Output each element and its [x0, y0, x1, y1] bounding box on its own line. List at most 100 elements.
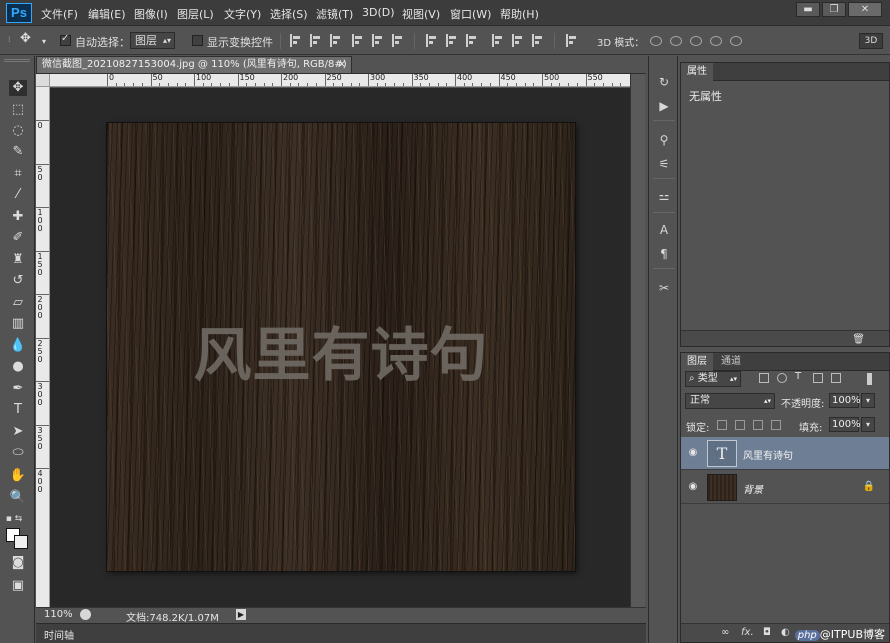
minimize-button[interactable]: ▬: [796, 2, 820, 17]
menu-edit[interactable]: 编辑(E): [88, 6, 126, 22]
auto-select-target-dropdown[interactable]: 图层 ▴▾: [130, 32, 175, 49]
filter-shape-icon[interactable]: [813, 373, 823, 383]
align-bottom-icon[interactable]: [330, 34, 342, 47]
3d-scale-icon[interactable]: [730, 36, 742, 46]
blend-mode-dropdown[interactable]: 正常 ▴▾: [685, 393, 775, 409]
timeline-panel[interactable]: 时间轴: [36, 623, 646, 643]
swap-colors-icon[interactable]: ▪ ⇆: [5, 511, 23, 527]
adjustment-icon[interactable]: ◐: [781, 627, 790, 638]
actions-icon[interactable]: ▶: [656, 98, 672, 114]
move-tool-icon[interactable]: ✥: [9, 80, 27, 96]
lock-pixels-icon[interactable]: [735, 420, 745, 430]
menu-window[interactable]: 窗口(W): [450, 6, 491, 22]
type-tool-icon[interactable]: T: [9, 402, 27, 418]
tool-presets-icon[interactable]: ✂: [656, 280, 672, 296]
menu-3d[interactable]: 3D(D): [362, 6, 395, 19]
menu-filter[interactable]: 滤镜(T): [316, 6, 353, 22]
healing-brush-tool-icon[interactable]: ✚: [9, 209, 27, 225]
menu-type[interactable]: 文字(Y): [224, 6, 261, 22]
move-tool-preset-icon[interactable]: ✥: [20, 31, 31, 46]
tab-layers[interactable]: 图层: [681, 353, 713, 371]
brush-presets-icon[interactable]: ⚲: [656, 132, 672, 148]
layer-filter-dropdown[interactable]: ⌕ 类型 ▴▾: [685, 371, 741, 387]
fx-icon[interactable]: fx.: [741, 627, 754, 638]
eraser-tool-icon[interactable]: ▱: [9, 295, 27, 311]
chevron-down-icon[interactable]: ▾: [42, 37, 46, 46]
filter-type-icon[interactable]: T: [795, 372, 805, 382]
3d-workspace-button[interactable]: 3D: [859, 33, 883, 49]
tab-properties[interactable]: 属性: [681, 63, 713, 81]
mask-icon[interactable]: ◘: [763, 627, 771, 638]
lasso-tool-icon[interactable]: ◌: [9, 123, 27, 139]
filter-pixel-icon[interactable]: [759, 373, 769, 383]
canvas-text-layer[interactable]: 风里有诗句: [107, 308, 575, 392]
history-icon[interactable]: ↻: [656, 74, 672, 90]
background-color-swatch[interactable]: [14, 535, 28, 549]
vertical-ruler[interactable]: 0 5 0 1 0 0 1 5 0 2 0 0 2 5 0 3 0 0 3 5 0 4 0 0: [36, 87, 50, 607]
show-transform-checkbox[interactable]: [192, 35, 203, 46]
close-button[interactable]: ✕: [848, 2, 882, 17]
path-select-tool-icon[interactable]: ➤: [9, 424, 27, 440]
menu-image[interactable]: 图像(I): [134, 6, 168, 22]
filter-smart-object-icon[interactable]: [831, 373, 841, 383]
layer-name[interactable]: 背景: [743, 481, 763, 496]
distribute-left-icon[interactable]: [492, 34, 504, 47]
panel-grip[interactable]: [4, 59, 30, 62]
distribute-bottom-icon[interactable]: [466, 34, 478, 47]
clone-source-icon[interactable]: ⚍: [656, 188, 672, 204]
menu-help[interactable]: 帮助(H): [500, 6, 539, 22]
eyedropper-tool-icon[interactable]: ⁄: [9, 187, 27, 203]
hand-tool-icon[interactable]: ✋: [9, 468, 27, 484]
brush-tool-icon[interactable]: ✐: [9, 230, 27, 246]
3d-rotate-icon[interactable]: [650, 36, 662, 46]
dodge-tool-icon[interactable]: ●: [9, 359, 27, 375]
menu-view[interactable]: 视图(V): [402, 6, 440, 22]
align-top-icon[interactable]: [290, 34, 302, 47]
clone-stamp-tool-icon[interactable]: ♜: [9, 252, 27, 268]
lock-transparent-icon[interactable]: [717, 420, 727, 430]
character-icon[interactable]: A: [656, 222, 672, 238]
align-hcenter-icon[interactable]: [372, 34, 384, 47]
distribute-vcenter-icon[interactable]: [446, 34, 458, 47]
screen-mode-icon[interactable]: ▣: [9, 578, 27, 594]
align-right-icon[interactable]: [392, 34, 404, 47]
paragraph-icon[interactable]: ¶: [656, 246, 672, 262]
3d-slide-icon[interactable]: [710, 36, 722, 46]
lock-all-icon[interactable]: [771, 420, 781, 430]
tab-channels[interactable]: 通道: [715, 353, 747, 371]
lock-position-icon[interactable]: [753, 420, 763, 430]
auto-select-checkbox[interactable]: [60, 33, 71, 46]
align-left-icon[interactable]: [352, 34, 364, 47]
layer-name[interactable]: 风里有诗句: [743, 447, 793, 462]
restore-button[interactable]: ❐: [822, 2, 846, 17]
opacity-dropdown[interactable]: ▾: [861, 393, 875, 408]
opacity-field[interactable]: 100%: [829, 393, 861, 408]
distribute-right-icon[interactable]: [532, 34, 544, 47]
link-icon[interactable]: ∞: [721, 627, 729, 638]
document-canvas[interactable]: 风里有诗句: [107, 123, 575, 571]
menu-layer[interactable]: 图层(L): [177, 6, 214, 22]
close-tab-icon[interactable]: ×: [338, 57, 346, 73]
horizontal-ruler[interactable]: 0 50 100 150 200 250 300 350 400 450 500 550: [50, 74, 630, 87]
pen-tool-icon[interactable]: ✒: [9, 381, 27, 397]
ruler-origin[interactable]: [36, 74, 50, 87]
marquee-tool-icon[interactable]: ⬚: [9, 102, 27, 118]
filter-toggle-icon[interactable]: [867, 373, 872, 385]
menu-file[interactable]: 文件(F): [41, 6, 78, 22]
blur-tool-icon[interactable]: 💧: [9, 338, 27, 354]
auto-align-icon[interactable]: [566, 34, 578, 47]
trash-icon[interactable]: 🗑: [852, 334, 865, 345]
crop-tool-icon[interactable]: ⌗: [9, 166, 27, 182]
fill-dropdown[interactable]: ▾: [861, 417, 875, 432]
filter-adjustment-icon[interactable]: [777, 373, 787, 383]
vertical-scrollbar[interactable]: [630, 74, 645, 607]
gradient-tool-icon[interactable]: ▥: [9, 316, 27, 332]
align-vcenter-icon[interactable]: [310, 34, 322, 47]
layer-row-background[interactable]: ◉ 背景 🔒: [681, 471, 889, 504]
zoom-tool-icon[interactable]: 🔍: [9, 490, 27, 506]
zoom-level[interactable]: 110%: [44, 609, 73, 620]
ellipse-tool-icon[interactable]: ⬭: [9, 445, 27, 461]
status-menu-arrow-icon[interactable]: ▶: [236, 609, 246, 620]
3d-roll-icon[interactable]: [670, 36, 682, 46]
adjustments-icon[interactable]: ⚟: [656, 156, 672, 172]
